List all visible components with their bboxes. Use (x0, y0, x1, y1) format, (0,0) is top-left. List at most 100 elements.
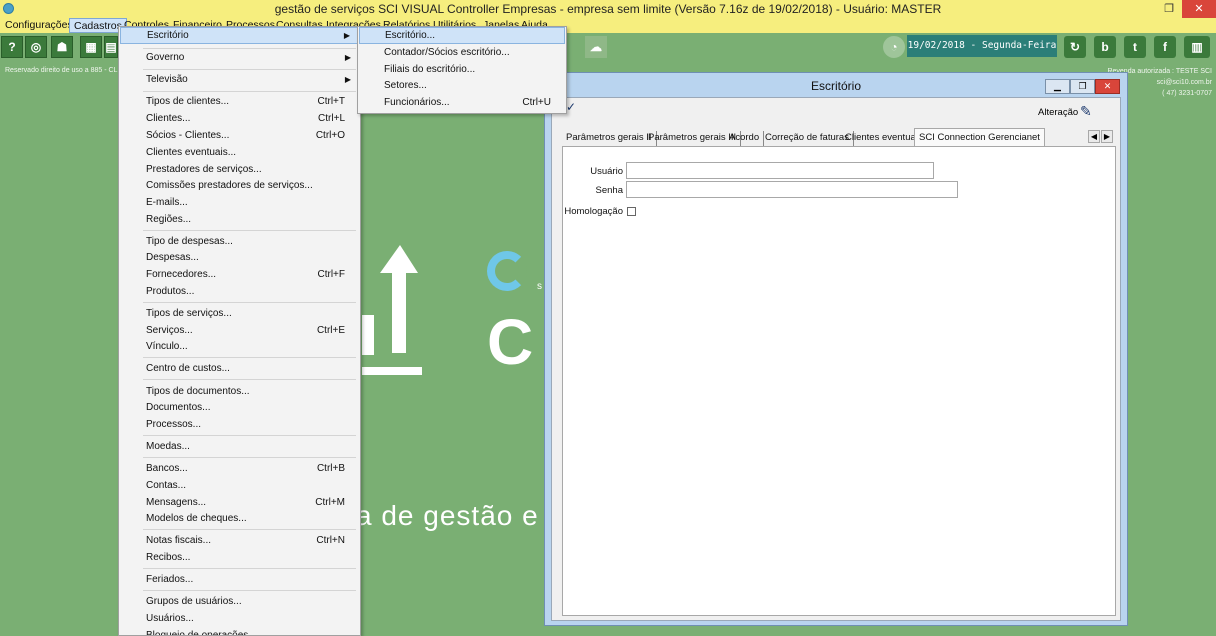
background-logo-graphic (362, 245, 422, 375)
menu-separator (143, 590, 356, 591)
homologacao-checkbox[interactable] (627, 207, 636, 216)
menu-item-label: Governo (146, 52, 185, 63)
reserved-text: Reservado direito de uso a 885 - CL (5, 67, 118, 74)
menu-item-escritorio[interactable]: Escritório ▶ (120, 27, 359, 44)
menu-item-emails[interactable]: E-mails... (120, 194, 359, 211)
tab-scroll-left-icon[interactable]: ◀ (1088, 130, 1100, 143)
twitter-icon[interactable]: t (1124, 36, 1146, 58)
menu-item-servicos[interactable]: Serviços... Ctrl+E (120, 322, 359, 339)
menu-shortcut: Ctrl+E (316, 325, 345, 336)
pencil-icon: ✎ (1080, 103, 1092, 119)
submenu-arrow-icon: ▶ (344, 75, 351, 84)
menu-item-usuarios[interactable]: Usuários... (120, 610, 359, 627)
menu-configuracoes[interactable]: Configurações (1, 18, 77, 33)
menu-item-label: Bancos... (146, 463, 188, 474)
menu-item-centro-custos[interactable]: Centro de custos... (120, 360, 359, 377)
menu-item-label: Televisão (146, 74, 188, 85)
facebook-icon[interactable]: f (1154, 36, 1176, 58)
chart-icon[interactable]: ▥ (1184, 36, 1210, 58)
menu-item-comissoes[interactable]: Comissões prestadores de serviços... (120, 177, 359, 194)
submenu-item-filiais[interactable]: Filiais do escritório... (359, 61, 565, 78)
restore-button[interactable]: ❐ (1154, 0, 1184, 18)
menu-item-tipos-servicos[interactable]: Tipos de serviços... (120, 305, 359, 322)
calendar-icon[interactable]: ▤ (104, 36, 118, 58)
escritorio-window: Escritório ▁ ❐ ✕ ✓ Alteração ✎ Parâmetro… (544, 72, 1128, 626)
homologacao-label: Homologação (564, 206, 623, 217)
menu-item-label: Escritório (147, 30, 189, 41)
submenu-arrow-icon: ▶ (343, 31, 350, 40)
menu-item-processos[interactable]: Processos... (120, 416, 359, 433)
menu-item-label: Clientes... (146, 113, 191, 124)
menu-separator (143, 230, 356, 231)
menu-item-label: Notas fiscais... (146, 535, 212, 546)
tab-strip: Parâmetros gerais II Parâmetros gerais I… (562, 128, 1114, 146)
clock-icon[interactable]: ◔ (883, 36, 905, 58)
senha-input[interactable] (626, 181, 958, 198)
tab-scroll-right-icon[interactable]: ▶ (1101, 130, 1113, 143)
tab-parametros-gerais-ii[interactable]: Parâmetros gerais II (562, 131, 657, 146)
blog-icon[interactable]: b (1094, 36, 1116, 58)
menu-item-moedas[interactable]: Moedas... (120, 438, 359, 455)
menu-item-bloqueio-operacoes[interactable]: Bloqueio de operações... (120, 627, 359, 635)
menu-separator (143, 568, 356, 569)
menu-item-bancos[interactable]: Bancos... Ctrl+B (120, 460, 359, 477)
menu-item-governo[interactable]: Governo ▶ (120, 49, 359, 66)
menu-item-clientes[interactable]: Clientes... Ctrl+L (120, 110, 359, 127)
tab-sci-connection-gerencianet[interactable]: SCI Connection Gerencianet (914, 128, 1045, 146)
menu-item-tipos-documentos[interactable]: Tipos de documentos... (120, 383, 359, 400)
menu-item-fornecedores[interactable]: Fornecedores... Ctrl+F (120, 266, 359, 283)
child-restore-button[interactable]: ❐ (1070, 79, 1095, 94)
submenu-item-escritorio[interactable]: Escritório... (359, 27, 565, 44)
submenu-item-funcionarios[interactable]: Funcionários... Ctrl+U (359, 94, 565, 111)
menu-separator (143, 357, 356, 358)
menu-item-mensagens[interactable]: Mensagens... Ctrl+M (120, 494, 359, 511)
menu-item-televisao[interactable]: Televisão ▶ (120, 71, 359, 88)
menu-shortcut: Ctrl+T (317, 96, 346, 107)
menu-item-modelos-cheques[interactable]: Modelos de cheques... (120, 510, 359, 527)
user-settings-icon[interactable]: ☗ (51, 36, 73, 58)
submenu-item-setores[interactable]: Setores... (359, 77, 565, 94)
menu-item-regioes[interactable]: Regiões... (120, 211, 359, 228)
menu-item-documentos[interactable]: Documentos... (120, 399, 359, 416)
menu-item-label: Serviços... (146, 325, 193, 336)
menu-shortcut: Ctrl+U (522, 97, 551, 108)
menu-separator (143, 529, 356, 530)
window-title: gestão de serviços SCI VISUAL Controller… (274, 2, 942, 16)
menu-item-clientes-eventuais[interactable]: Clientes eventuais... (120, 144, 359, 161)
escritorio-submenu: Escritório... Contador/Sócios escritório… (357, 26, 567, 114)
escritorio-window-title: Escritório (810, 79, 861, 93)
search-document-icon[interactable]: ◎ (25, 36, 47, 58)
child-close-button[interactable]: ✕ (1095, 79, 1120, 94)
menu-item-socios-clientes[interactable]: Sócios - Clientes... Ctrl+O (120, 127, 359, 144)
menu-item-tipo-despesas[interactable]: Tipo de despesas... (120, 233, 359, 250)
menu-item-notas-fiscais[interactable]: Notas fiscais... Ctrl+N (120, 532, 359, 549)
submenu-arrow-icon: ▶ (344, 53, 351, 62)
refresh-icon[interactable]: ↻ (1064, 36, 1086, 58)
menu-item-prestadores[interactable]: Prestadores de serviços... (120, 161, 359, 178)
background-logo-letters: C (487, 306, 534, 378)
help-icon[interactable]: ? (1, 36, 23, 58)
menu-item-recibos[interactable]: Recibos... (120, 549, 359, 566)
menu-separator (143, 379, 356, 380)
tab-content: Usuário Senha Homologação (562, 146, 1116, 616)
submenu-item-contador-socios[interactable]: Contador/Sócios escritório... (359, 44, 565, 61)
child-minimize-button[interactable]: ▁ (1045, 79, 1070, 94)
menu-item-label: Mensagens... (146, 497, 207, 508)
close-button[interactable]: ✕ (1182, 0, 1216, 18)
menu-item-produtos[interactable]: Produtos... (120, 283, 359, 300)
calculator-icon[interactable]: ▦ (80, 36, 102, 58)
connection-icon[interactable]: ☁ (585, 36, 607, 58)
menu-item-vinculo[interactable]: Vínculo... (120, 338, 359, 355)
menu-item-tipos-clientes[interactable]: Tipos de clientes... Ctrl+T (120, 93, 359, 110)
title-bar: gestão de serviços SCI VISUAL Controller… (0, 0, 1216, 18)
menu-shortcut: Ctrl+B (316, 463, 345, 474)
menu-shortcut: Ctrl+L (318, 113, 345, 124)
menu-item-feriados[interactable]: Feriados... (120, 571, 359, 588)
usuario-input[interactable] (626, 162, 934, 179)
tab-acordo[interactable]: Acordo (725, 131, 765, 146)
menu-item-contas[interactable]: Contas... (120, 477, 359, 494)
menu-item-grupos-usuarios[interactable]: Grupos de usuários... (120, 593, 359, 610)
menu-item-despesas[interactable]: Despesas... (120, 249, 359, 266)
confirm-icon[interactable]: ✓ (566, 100, 576, 114)
background-logo-small: s (537, 281, 542, 292)
